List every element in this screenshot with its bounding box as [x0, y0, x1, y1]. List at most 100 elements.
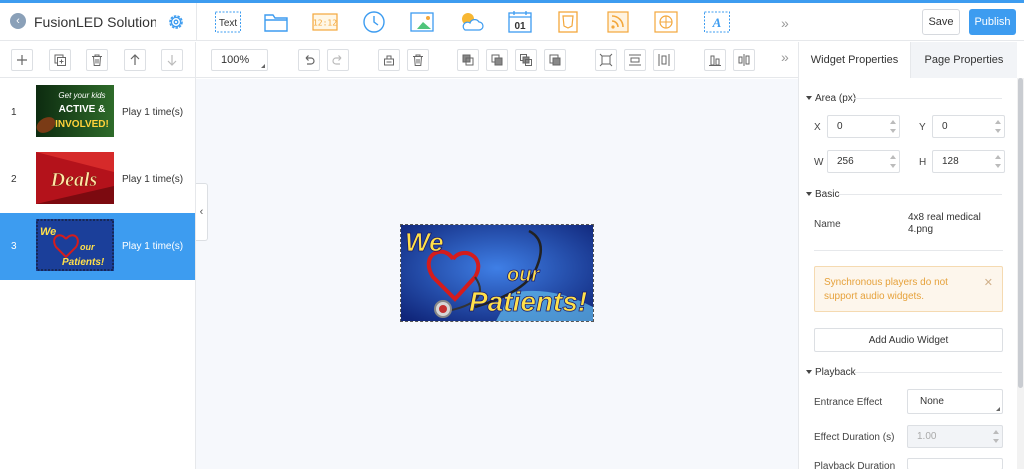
y-input[interactable]: 0	[932, 115, 1005, 138]
fit-width-button[interactable]	[624, 49, 646, 71]
trash-icon	[92, 54, 102, 66]
webpage-widget-icon[interactable]	[652, 9, 680, 35]
panel-scrollbar-thumb[interactable]	[1018, 78, 1023, 388]
image-widget-icon[interactable]	[408, 9, 436, 35]
play-count-label: Play 1 time(s)	[122, 174, 184, 185]
countdown-widget-icon[interactable]: 01	[506, 9, 534, 35]
fit-screen-button[interactable]	[595, 49, 617, 71]
bring-forward-icon	[462, 54, 474, 66]
effect-duration-value: 1.00	[917, 431, 937, 442]
undo-button[interactable]	[298, 49, 320, 71]
move-page-up-button[interactable]	[124, 49, 146, 71]
delete-page-button[interactable]	[86, 49, 108, 71]
close-icon[interactable]: ✕	[984, 276, 993, 290]
bring-to-front-icon	[520, 54, 532, 66]
y-value: 0	[942, 121, 948, 132]
svg-text:our: our	[507, 264, 540, 286]
effect-duration-input[interactable]: 1.00	[907, 425, 1003, 448]
move-page-down-button[interactable]	[161, 49, 183, 71]
more-tools-icon[interactable]: »	[781, 49, 789, 65]
y-label: Y	[919, 122, 926, 133]
digital-clock-widget-icon[interactable]: 12:12	[311, 9, 339, 35]
editor-toolbar: 100% »	[0, 42, 798, 78]
bring-forward-button[interactable]	[457, 49, 479, 71]
undo-icon	[305, 55, 315, 65]
x-label: X	[814, 122, 821, 133]
spinner-icon[interactable]	[993, 429, 999, 444]
back-icon[interactable]: ‹	[10, 13, 26, 29]
canvas-image-widget[interactable]: We our Patients!	[400, 224, 594, 322]
text-widget-icon[interactable]: Text	[214, 9, 242, 35]
add-audio-widget-button[interactable]: Add Audio Widget	[814, 328, 1003, 352]
page-number: 1	[11, 107, 17, 118]
folder-widget-icon[interactable]	[262, 9, 290, 35]
page-thumbnail: Get your kids ACTIVE & INVOLVED!	[36, 85, 114, 137]
playback-section-title[interactable]: Playback	[806, 367, 856, 378]
basic-section-title[interactable]: Basic	[806, 189, 839, 200]
height-input[interactable]: 128	[932, 150, 1005, 173]
width-input[interactable]: 256	[827, 150, 900, 173]
weather-widget-icon[interactable]	[457, 9, 485, 35]
playback-duration-label: Playback Duration	[814, 461, 896, 469]
fit-height-icon	[658, 54, 670, 66]
save-button[interactable]: Save	[922, 9, 960, 35]
delete-widget-button[interactable]	[407, 49, 429, 71]
font-text-widget-icon[interactable]: A	[703, 9, 731, 35]
send-to-back-button[interactable]	[544, 49, 566, 71]
spinner-icon[interactable]	[890, 154, 896, 169]
bring-to-front-button[interactable]	[515, 49, 537, 71]
copy-icon	[54, 54, 66, 66]
redo-button[interactable]	[327, 49, 349, 71]
app-title: FusionLED Solution De...	[34, 14, 156, 30]
html5-widget-icon[interactable]	[554, 9, 582, 35]
header-separator	[196, 3, 197, 41]
spinner-icon[interactable]	[890, 119, 896, 134]
copy-page-button[interactable]	[49, 49, 71, 71]
fit-width-icon	[629, 54, 641, 66]
trash-icon	[413, 54, 423, 66]
entrance-effect-select[interactable]: None	[907, 389, 1003, 414]
zoom-select[interactable]: 100%	[211, 49, 268, 71]
tab-page-properties[interactable]: Page Properties	[911, 42, 1017, 78]
section-divider	[814, 250, 1003, 251]
h-label: H	[919, 157, 927, 168]
area-section-title[interactable]: Area (px)	[806, 93, 856, 104]
send-backward-button[interactable]	[486, 49, 508, 71]
audio-warning-text: Synchronous players do not support audio…	[824, 277, 948, 302]
add-page-button[interactable]	[11, 49, 33, 71]
tab-widget-properties[interactable]: Widget Properties	[799, 42, 911, 78]
publish-button[interactable]: Publish	[969, 9, 1016, 35]
align-center-button[interactable]	[733, 49, 755, 71]
rss-widget-icon[interactable]	[604, 9, 632, 35]
width-value: 256	[837, 156, 854, 167]
clear-widgets-button[interactable]	[378, 49, 400, 71]
page-number: 2	[11, 174, 17, 185]
x-input[interactable]: 0	[827, 115, 900, 138]
redo-icon	[332, 55, 342, 65]
page-list-item[interactable]: 1 Get your kids ACTIVE & INVOLVED! Play …	[0, 79, 195, 146]
align-bottom-button[interactable]	[704, 49, 726, 71]
header: ‹ FusionLED Solution De... Text 12:12 01	[0, 3, 1024, 41]
section-divider	[855, 372, 1002, 373]
fit-height-button[interactable]	[653, 49, 675, 71]
properties-tabs: Widget Properties Page Properties	[799, 42, 1017, 78]
svg-text:We: We	[40, 226, 56, 238]
plus-icon	[17, 55, 27, 65]
page-list-item-selected[interactable]: 3 We our Patients! Play 1 time(s)	[0, 213, 195, 280]
collapse-panel-button[interactable]: ‹	[196, 183, 208, 241]
clear-icon	[384, 55, 394, 66]
spinner-icon[interactable]	[995, 119, 1001, 134]
spinner-icon[interactable]	[995, 154, 1001, 169]
playback-duration-input[interactable]	[907, 458, 1003, 469]
svg-text:12:12: 12:12	[313, 19, 337, 28]
play-count-label: Play 1 time(s)	[122, 107, 184, 118]
height-value: 128	[942, 156, 959, 167]
page-list-item[interactable]: 2 Deals Play 1 time(s)	[0, 146, 195, 213]
audio-warning-alert: Synchronous players do not support audio…	[814, 266, 1003, 312]
effect-duration-label: Effect Duration (s)	[814, 432, 895, 443]
play-count-label: Play 1 time(s)	[122, 241, 184, 252]
more-widgets-icon[interactable]: »	[781, 15, 789, 31]
analog-clock-widget-icon[interactable]	[360, 9, 388, 35]
gear-icon[interactable]	[167, 13, 185, 31]
right-panel-divider	[798, 42, 799, 469]
